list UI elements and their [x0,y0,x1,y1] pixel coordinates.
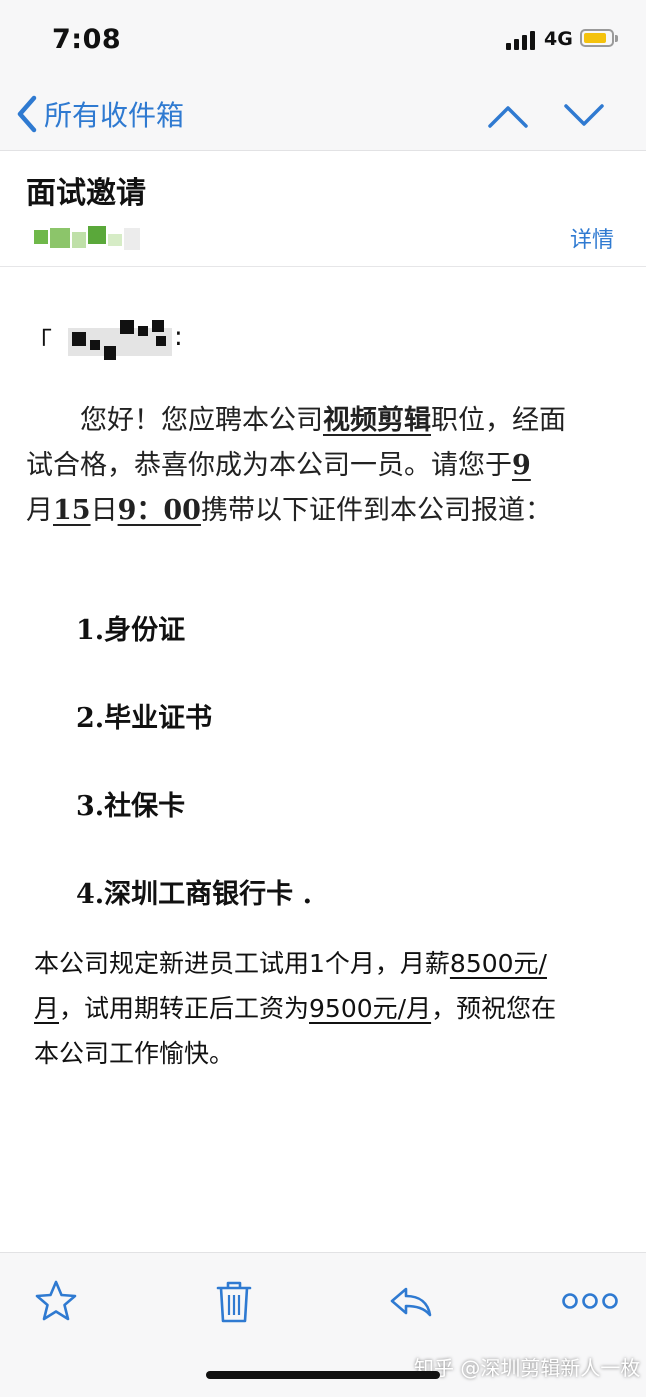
battery-level [584,33,606,43]
body-text: 本公司工作愉快。 [34,1039,235,1068]
greeting-bracket: 「 [26,328,53,358]
watermark: 知乎 @深圳剪辑新人一枚 [414,1356,641,1380]
battery-tip [615,35,618,42]
report-month: 9 [512,450,531,481]
status-time: 7:08 [52,24,122,55]
position-name: 视频剪辑 [323,405,431,436]
header-divider [0,266,646,267]
home-indicator[interactable] [206,1371,440,1379]
star-icon[interactable] [32,1277,80,1325]
chevron-up-icon[interactable] [486,98,530,132]
body-text: ，试用期转正后工资为 [59,994,310,1023]
battery-icon [580,29,614,47]
nav-bar: 所有收件箱 [0,78,646,151]
probation-salary-unit: 月 [34,994,60,1023]
body-text: 职位，经面 [431,405,566,436]
email-subject: 面试邀请 [26,176,146,211]
body-text: 试合格，恭喜你成为本公司一员。请您于 [26,450,512,481]
body-text: ，预祝您在 [431,994,557,1023]
regular-salary: 9500元/月 [309,994,432,1023]
body-paragraph-2: 本公司规定新进员工试用1个月，月薪8500元/ 月，试用期转正后工资为9500元… [34,942,630,1077]
trash-icon[interactable] [210,1277,258,1325]
chevron-left-icon [17,95,37,133]
signal-icon [506,30,538,50]
report-time: 9：00 [117,495,201,526]
back-label: 所有收件箱 [44,99,185,132]
body-paragraph-1: 您好！您应聘本公司视频剪辑职位，经面 试合格，恭喜你成为本公司一员。请您于9 月… [26,398,630,533]
back-button[interactable]: 所有收件箱 [12,92,184,136]
status-bar: 7:08 4G [0,0,646,78]
body-text: 您好！您应聘本公司 [80,405,323,436]
body-text: 本公司规定新进员工试用1个月，月薪 [34,949,450,978]
report-day: 15 [53,495,91,526]
sender-avatar-redacted [34,224,144,254]
chevron-down-icon[interactable] [562,98,606,132]
details-link[interactable]: 详情 [570,222,614,254]
document-item: 1.身份证 [76,615,186,646]
body-text: 携带以下证件到本公司报道： [200,495,552,526]
network-label: 4G [544,28,573,50]
body-text: 月 [26,495,53,526]
body-text: 日 [90,495,118,526]
reply-icon[interactable] [386,1277,434,1325]
document-item: 2.毕业证书 [76,703,213,734]
document-item: 4.深圳工商银行卡 . [76,879,312,910]
more-icon[interactable] [560,1277,620,1325]
probation-salary: 8500元/ [449,949,547,978]
greeting-colon: : [174,322,183,352]
greeting-line: 「 : [26,318,226,368]
document-item: 3.社保卡 [76,791,186,822]
